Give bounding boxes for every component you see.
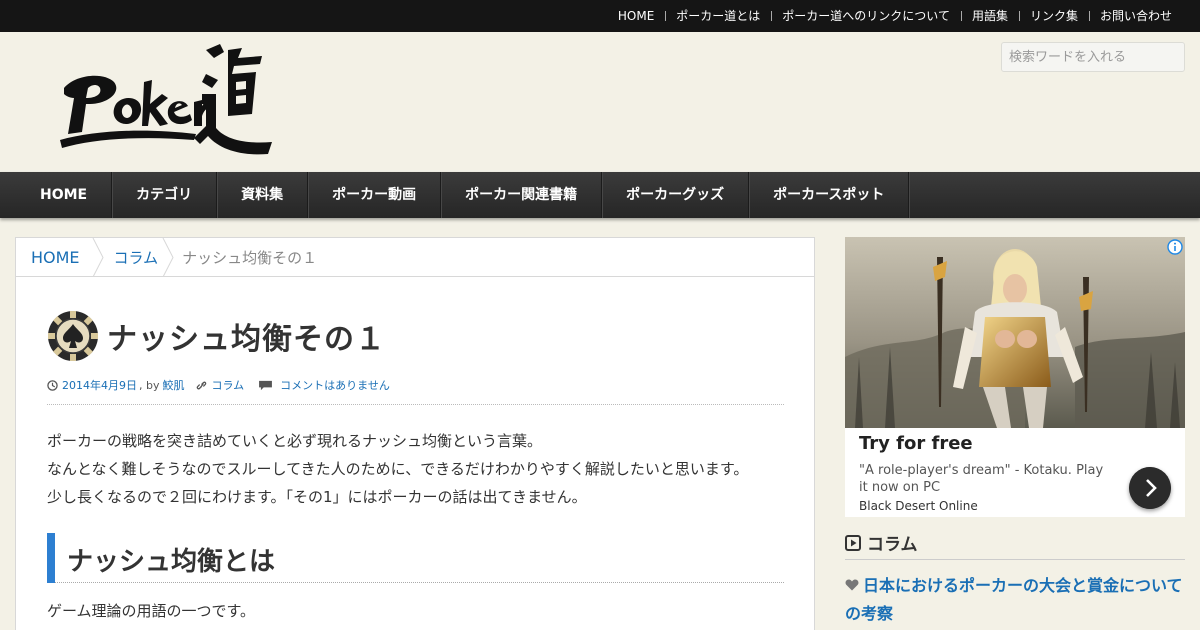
breadcrumb-separator-icon: [92, 237, 104, 277]
post-comments[interactable]: コメントはありません: [280, 377, 390, 393]
ad-image: [845, 237, 1185, 428]
site-logo[interactable]: [56, 44, 272, 160]
article-intro: ポーカーの戦略を突き詰めていくと必ず現れるナッシュ均衡という言葉。 なんとなく難…: [47, 427, 748, 511]
article-paragraph: ゲーム理論の用語の一つです。: [47, 602, 256, 620]
post-date[interactable]: 2014年4月9日: [62, 377, 137, 393]
heart-icon: [845, 579, 859, 591]
link-icon: [196, 381, 206, 389]
top-nav: HOME ポーカー道とは ポーカー道へのリンクについて 用語集 リンク集 お問い…: [607, 0, 1172, 32]
clock-icon: [47, 379, 58, 391]
site-header: [0, 32, 1200, 172]
main-nav-videos[interactable]: ポーカー動画: [308, 172, 442, 218]
main-nav: HOME カテゴリ 資料集 ポーカー動画 ポーカー関連書籍 ポーカーグッズ ポー…: [0, 172, 1200, 218]
post-meta: 2014年4月9日 , by 鮫肌 コラム コメントはありません: [47, 377, 390, 393]
article-line: なんとなく難しそうなのでスルーしてきた人のために、できるだけわかりやすく解説した…: [47, 460, 749, 478]
play-box-icon: [845, 534, 861, 551]
sidebar-post-link[interactable]: 日本におけるポーカーの大会と賞金についての考察: [845, 572, 1185, 628]
breadcrumb-current: ナッシュ均衡その１: [182, 248, 318, 267]
search-input[interactable]: [1001, 42, 1185, 72]
main-nav-home[interactable]: HOME: [16, 172, 113, 218]
sidebar-post-link-text: 日本におけるポーカーの大会と賞金についての考察: [845, 576, 1183, 623]
ad-headline[interactable]: Try for free: [859, 433, 973, 454]
post-by: , by: [139, 378, 160, 392]
ad-info-icon[interactable]: [1167, 239, 1183, 255]
meta-divider: [47, 404, 784, 405]
breadcrumb-separator-icon: [162, 237, 174, 277]
top-utility-bar: HOME ポーカー道とは ポーカー道へのリンクについて 用語集 リンク集 お問い…: [0, 0, 1200, 32]
sidebar-ad[interactable]: Try for free "A role-player's dream" - K…: [845, 237, 1185, 517]
top-nav-glossary[interactable]: 用語集: [960, 0, 1019, 32]
article-title-row: ナッシュ均衡その１: [47, 310, 386, 362]
comment-icon: [259, 380, 273, 390]
top-nav-link-policy[interactable]: ポーカー道へのリンクについて: [771, 0, 961, 32]
article-line: 少し長くなるので２回にわけます。「その1」にはポーカーの話は出てきません。: [47, 488, 587, 506]
article-card: HOME コラム ナッシュ均衡その１ ナッシュ均衡その１ 2014年4月9日 ,…: [15, 237, 815, 630]
main-nav-resources[interactable]: 資料集: [217, 172, 309, 218]
poker-chip-icon: [48, 311, 98, 361]
heading-accent-bar: [47, 533, 55, 583]
main-nav-category[interactable]: カテゴリ: [112, 172, 218, 218]
ad-description: "A role-player's dream" - Kotaku. Play i…: [859, 463, 1104, 495]
section-heading: ナッシュ均衡とは: [47, 533, 784, 583]
main-nav-spots[interactable]: ポーカースポット: [749, 172, 910, 218]
top-nav-links[interactable]: リンク集: [1018, 0, 1089, 32]
post-category[interactable]: コラム: [212, 377, 245, 393]
post-author[interactable]: 鮫肌: [163, 377, 185, 393]
sidebar-section-heading: コラム: [845, 526, 1185, 560]
main-nav-books[interactable]: ポーカー関連書籍: [441, 172, 603, 218]
top-nav-home[interactable]: HOME: [607, 0, 665, 32]
article-line: ポーカーの戦略を突き詰めていくと必ず現れるナッシュ均衡という言葉。: [47, 432, 543, 450]
breadcrumb-category[interactable]: コラム: [104, 237, 175, 277]
sidebar-section-title: コラム: [867, 535, 918, 555]
breadcrumb: HOME コラム ナッシュ均衡その１: [16, 237, 814, 277]
main-nav-goods[interactable]: ポーカーグッズ: [602, 172, 750, 218]
breadcrumb-category-label: コラム: [113, 248, 159, 267]
top-nav-about[interactable]: ポーカー道とは: [665, 0, 771, 32]
section-heading-text: ナッシュ均衡とは: [67, 547, 276, 577]
top-nav-contact[interactable]: お問い合わせ: [1088, 0, 1172, 32]
chevron-right-icon[interactable]: [1129, 467, 1171, 509]
ad-source: Black Desert Online: [859, 499, 978, 513]
breadcrumb-home[interactable]: HOME: [16, 237, 104, 277]
page-title: ナッシュ均衡その１: [107, 322, 386, 357]
breadcrumb-home-label: HOME: [31, 247, 80, 267]
